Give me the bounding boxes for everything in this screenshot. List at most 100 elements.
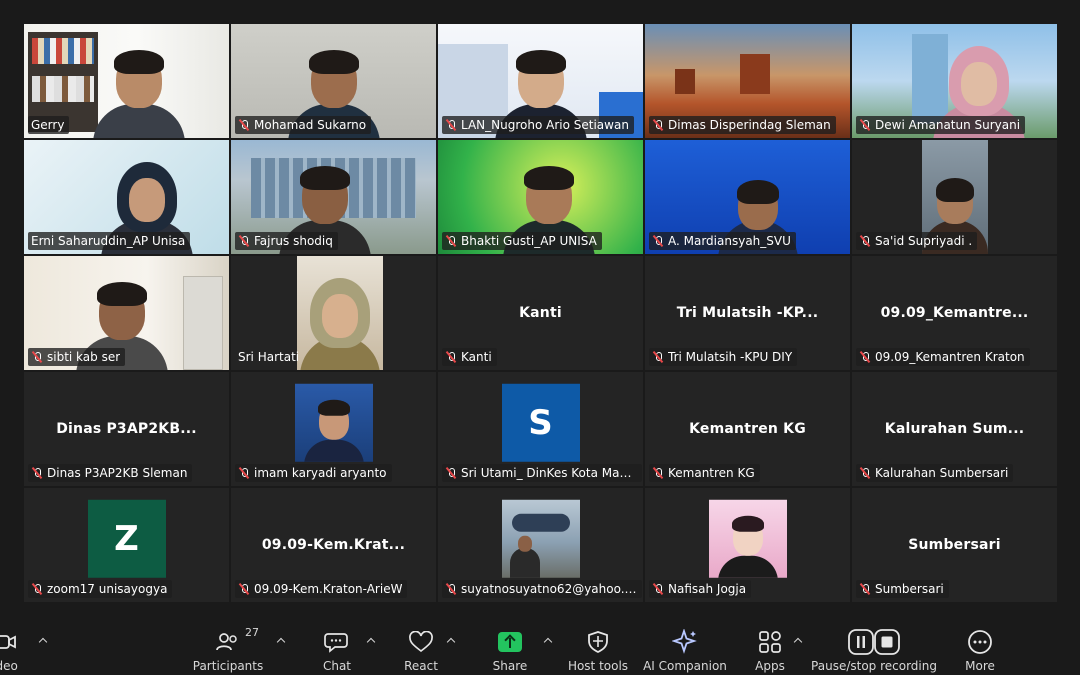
participant-name-label: LAN_Nugroho Ario Setiawan xyxy=(442,116,634,134)
participant-name: A. Mardiansyah_SVU xyxy=(668,234,791,248)
participant-tile[interactable]: Fajrus shodiq xyxy=(231,140,436,254)
participant-tile[interactable]: S Sri Utami_ DinKes Kota Magel... xyxy=(438,372,643,486)
share-button[interactable]: Share xyxy=(465,628,555,673)
mic-muted-icon xyxy=(859,583,871,595)
participant-tile[interactable]: 09.09_Kemantre... 09.09_Kemantren Kraton xyxy=(852,256,1057,370)
pause-stop-icon xyxy=(848,628,900,656)
share-label: Share xyxy=(492,659,528,673)
participant-name-label: Tri Mulatsih -KPU DIY xyxy=(649,348,798,366)
participant-name-label: Erni Saharuddin_AP Unisa xyxy=(28,232,191,250)
mic-muted-icon xyxy=(445,351,457,363)
host-tools-button[interactable]: Host tools xyxy=(553,628,643,673)
apps-button[interactable]: Apps xyxy=(725,628,815,673)
participant-name: zoom17 unisayogya xyxy=(47,582,168,596)
mic-muted-icon xyxy=(652,119,664,131)
participant-name-label: zoom17 unisayogya xyxy=(28,580,173,598)
participant-tile[interactable]: Nafisah Jogja xyxy=(645,488,850,602)
participant-name: Dewi Amanatun Suryani xyxy=(875,118,1021,132)
participant-tile[interactable]: Z zoom17 unisayogya xyxy=(24,488,229,602)
react-options-chevron-icon[interactable] xyxy=(446,636,456,646)
participant-display-name: Kalurahan Sum... xyxy=(884,421,1025,437)
participant-name-label: imam karyadi aryanto xyxy=(235,464,392,482)
more-label: More xyxy=(965,659,995,673)
mic-muted-icon xyxy=(445,467,457,479)
participants-options-chevron-icon[interactable] xyxy=(276,636,286,646)
chat-options-chevron-icon[interactable] xyxy=(366,636,376,646)
participant-tile[interactable]: Dewi Amanatun Suryani xyxy=(852,24,1057,138)
participant-tile[interactable]: Sumbersari Sumbersari xyxy=(852,488,1057,602)
participant-avatar xyxy=(501,499,580,578)
participant-name: Tri Mulatsih -KPU DIY xyxy=(668,350,793,364)
mic-muted-icon xyxy=(31,351,43,363)
participant-tile[interactable]: Kemantren KG Kemantren KG xyxy=(645,372,850,486)
mic-muted-icon xyxy=(445,583,457,595)
participant-name-label: Dinas P3AP2KB Sleman xyxy=(28,464,193,482)
participant-name-label: Sumbersari xyxy=(856,580,949,598)
participant-tile[interactable]: Bhakti Gusti_AP UNISA xyxy=(438,140,643,254)
participant-tile[interactable]: Sri Hartati xyxy=(231,256,436,370)
participant-name: imam karyadi aryanto xyxy=(254,466,387,480)
participant-display-name: Kanti xyxy=(519,305,562,321)
more-button[interactable]: More xyxy=(935,628,1025,673)
participant-name-label: Sa'id Supriyadi . xyxy=(856,232,978,250)
video-options-chevron-icon[interactable] xyxy=(38,636,48,646)
host-tools-label: Host tools xyxy=(567,659,629,673)
pause-stop-recording-button[interactable]: Pause/stop recording xyxy=(811,628,937,673)
participant-figure xyxy=(92,46,185,138)
participant-tile[interactable]: LAN_Nugroho Ario Setiawan xyxy=(438,24,643,138)
participant-display-name: Tri Mulatsih -KP... xyxy=(676,305,819,321)
participant-name: Erni Saharuddin_AP Unisa xyxy=(31,234,186,248)
apps-label: Apps xyxy=(755,659,785,673)
participant-name-label: Dewi Amanatun Suryani xyxy=(856,116,1026,134)
chat-icon xyxy=(324,628,350,656)
video-label: ideo xyxy=(0,659,18,673)
participant-avatar xyxy=(708,499,787,578)
participants-count: 27 xyxy=(245,626,259,639)
participant-name: Sa'id Supriyadi . xyxy=(875,234,973,248)
mic-muted-icon xyxy=(31,467,43,479)
participant-name-label: Gerry xyxy=(28,116,70,134)
chat-button[interactable]: Chat xyxy=(292,628,382,673)
share-options-chevron-icon[interactable] xyxy=(543,636,553,646)
participant-avatar: S xyxy=(501,383,580,462)
ai-companion-button[interactable]: AI Companion xyxy=(640,628,730,673)
participant-figure xyxy=(300,278,380,370)
participant-display-name: 09.09-Kem.Krat... xyxy=(261,537,406,553)
participant-tile[interactable]: Dinas P3AP2KB... Dinas P3AP2KB Sleman xyxy=(24,372,229,486)
participant-name-label: Kanti xyxy=(442,348,497,366)
participant-tile[interactable]: suyatnosuyatno62@yahoo.com xyxy=(438,488,643,602)
shield-icon xyxy=(586,628,610,656)
video-button[interactable]: ideo xyxy=(0,628,50,673)
participants-label: Participants xyxy=(192,659,264,673)
participant-tile[interactable]: Dimas Disperindag Sleman xyxy=(645,24,850,138)
participant-tile[interactable]: Sa'id Supriyadi . xyxy=(852,140,1057,254)
cabinet-graphic xyxy=(183,276,223,370)
sparkle-icon xyxy=(672,628,698,656)
apps-options-chevron-icon[interactable] xyxy=(793,636,803,646)
participant-name-label: 09.09_Kemantren Kraton xyxy=(856,348,1030,366)
participant-tile[interactable]: imam karyadi aryanto xyxy=(231,372,436,486)
participant-figure xyxy=(303,396,364,462)
participant-name: Sri Hartati xyxy=(238,350,300,364)
participant-name-label: Sri Hartati xyxy=(235,348,304,366)
react-button[interactable]: React xyxy=(376,628,466,673)
participant-tile[interactable]: sibti kab ser xyxy=(24,256,229,370)
participant-tile[interactable]: Kalurahan Sum... Kalurahan Sumbersari xyxy=(852,372,1057,486)
participant-name-label: Fajrus shodiq xyxy=(235,232,338,250)
participant-tile[interactable]: A. Mardiansyah_SVU xyxy=(645,140,850,254)
participant-tile[interactable]: Erni Saharuddin_AP Unisa xyxy=(24,140,229,254)
participant-name-label: A. Mardiansyah_SVU xyxy=(649,232,796,250)
participant-tile[interactable]: Tri Mulatsih -KP... Tri Mulatsih -KPU DI… xyxy=(645,256,850,370)
participant-tile[interactable]: Gerry xyxy=(24,24,229,138)
participant-name: Sumbersari xyxy=(875,582,944,596)
participant-tile[interactable]: 09.09-Kem.Krat... 09.09-Kem.Kraton-ArieW xyxy=(231,488,436,602)
participant-name: Dimas Disperindag Sleman xyxy=(668,118,831,132)
participant-name: Bhakti Gusti_AP UNISA xyxy=(461,234,597,248)
participants-button[interactable]: 27 Participants xyxy=(183,626,273,673)
mic-muted-icon xyxy=(859,467,871,479)
participant-tile[interactable]: Kanti Kanti xyxy=(438,256,643,370)
mic-muted-icon xyxy=(652,351,664,363)
participant-tile[interactable]: Mohamad Sukarno xyxy=(231,24,436,138)
pause-stop-recording-label: Pause/stop recording xyxy=(811,659,937,673)
participant-name-label: Sri Utami_ DinKes Kota Magel... xyxy=(442,464,642,482)
